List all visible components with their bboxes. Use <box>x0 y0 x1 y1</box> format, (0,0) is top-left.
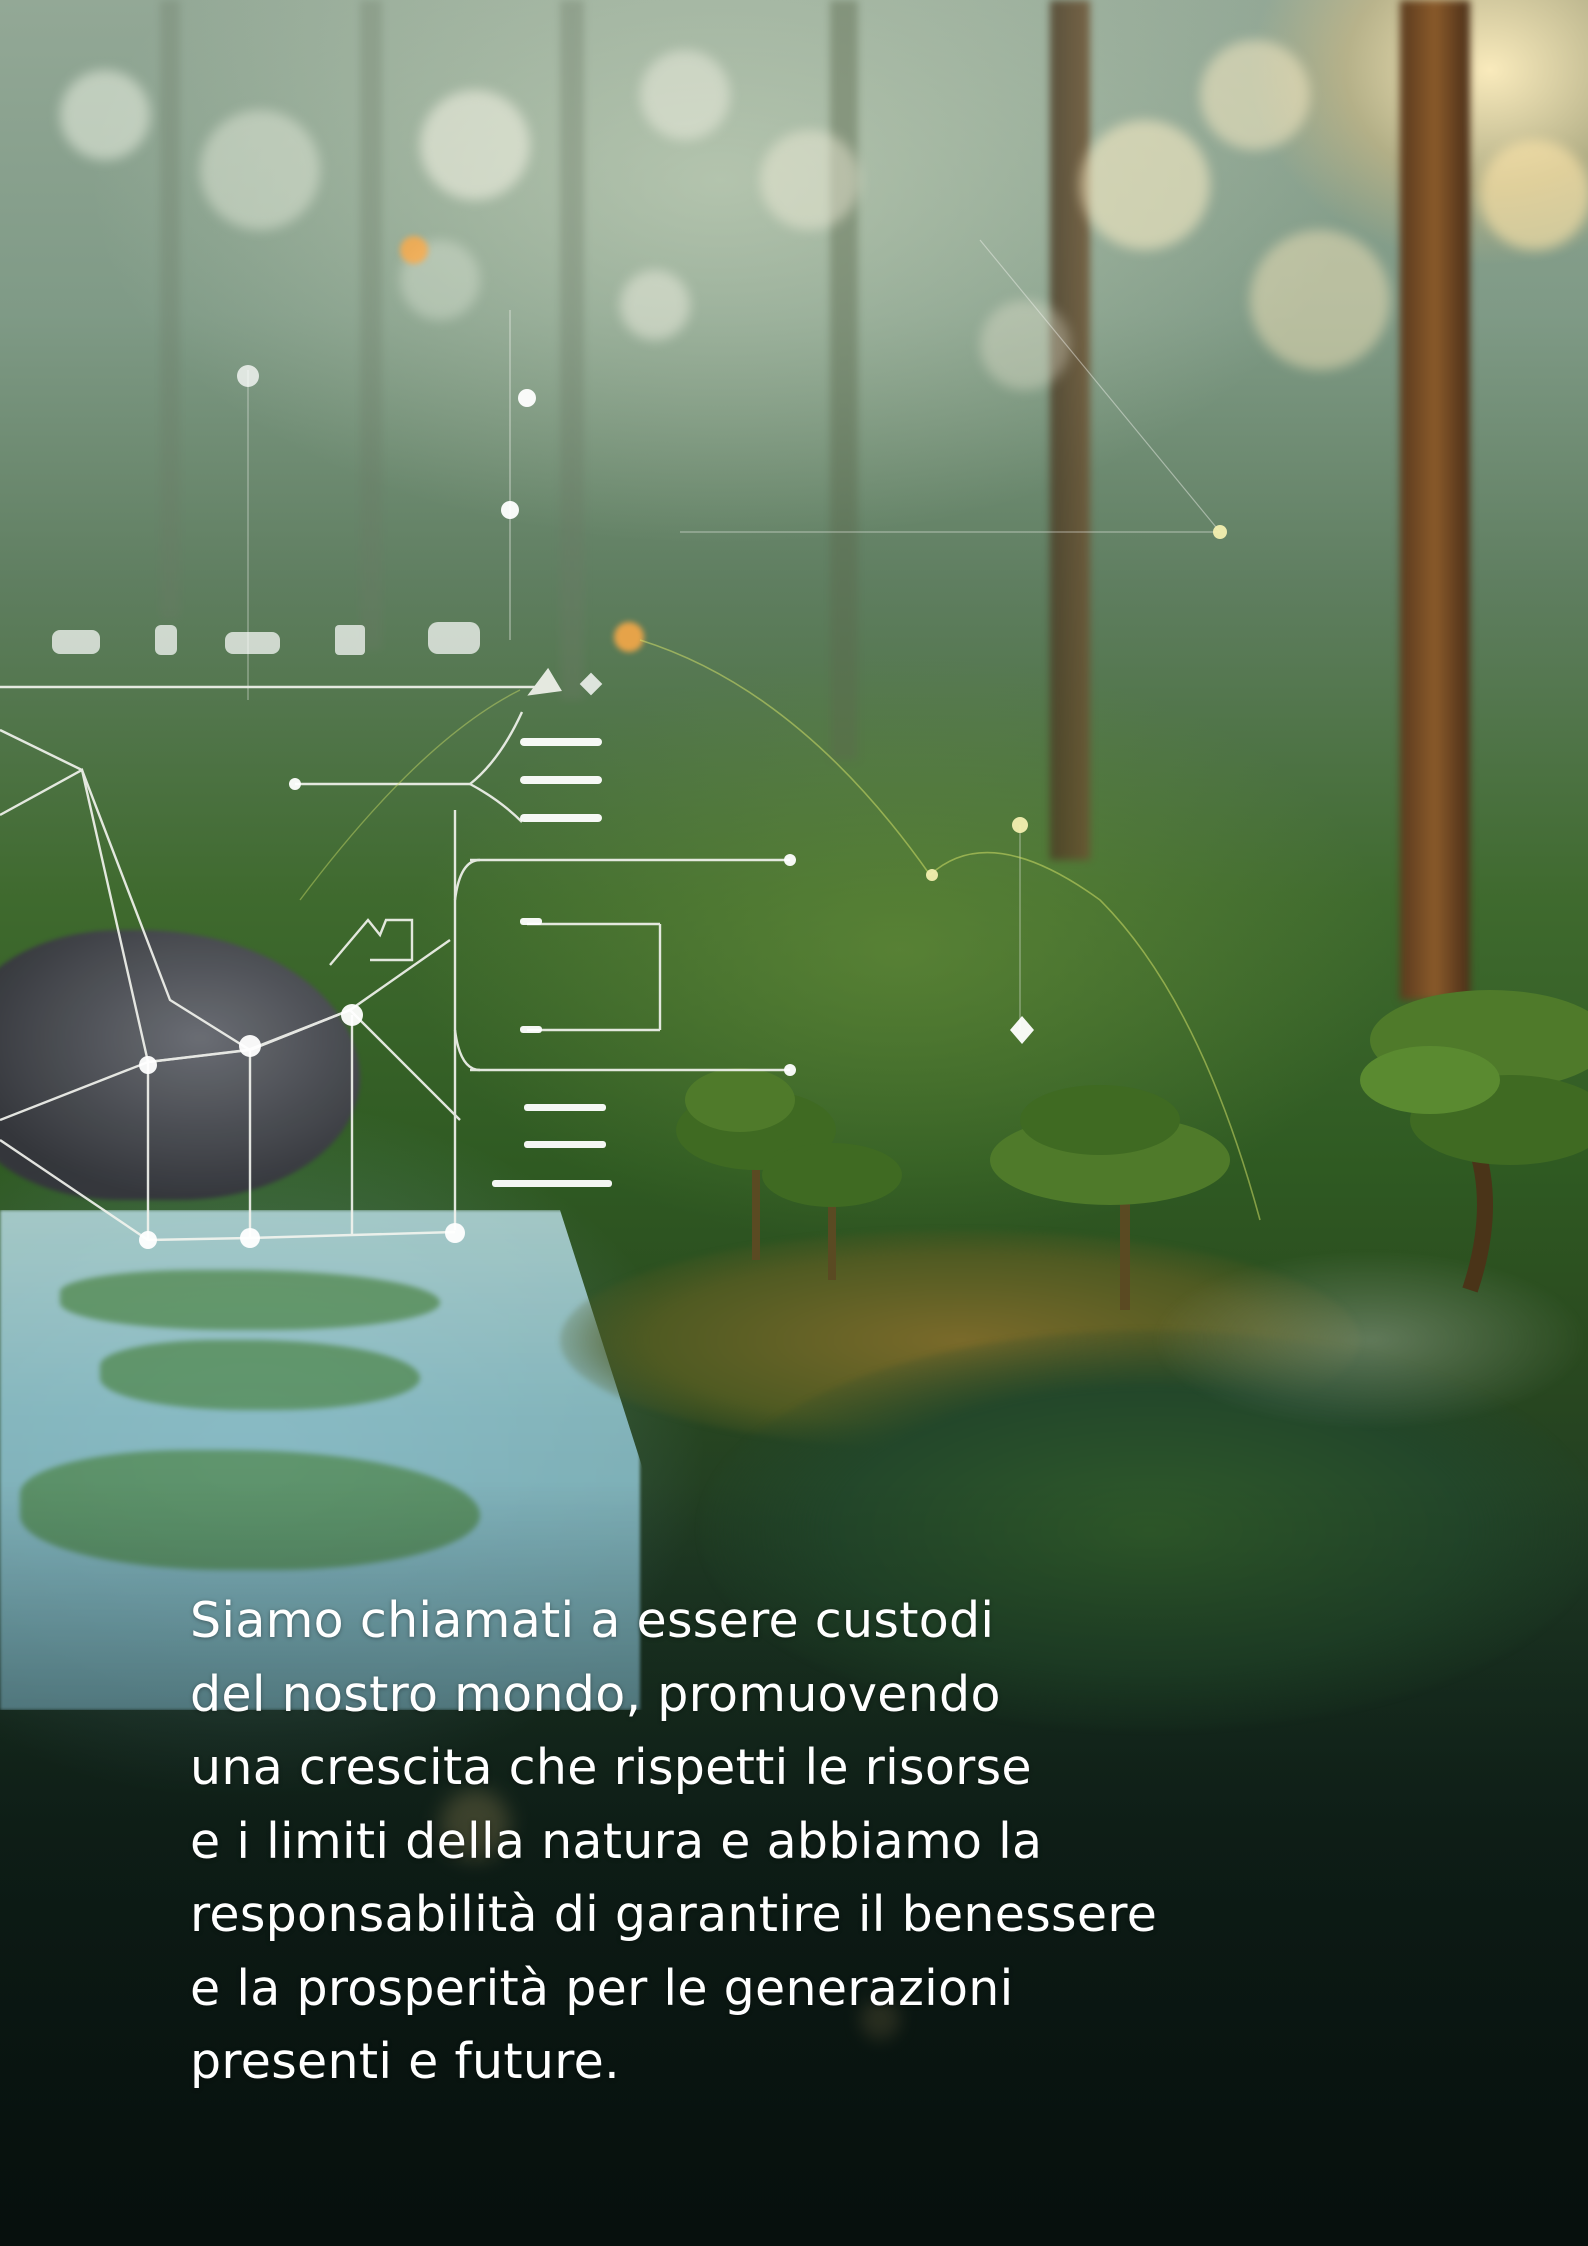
quote-text: Siamo chiamati a essere custodi del nost… <box>190 1592 1158 2090</box>
forest-background: Siamo chiamati a essere custodi del nost… <box>0 0 1588 2246</box>
network-hud-icon <box>0 239 1261 1249</box>
